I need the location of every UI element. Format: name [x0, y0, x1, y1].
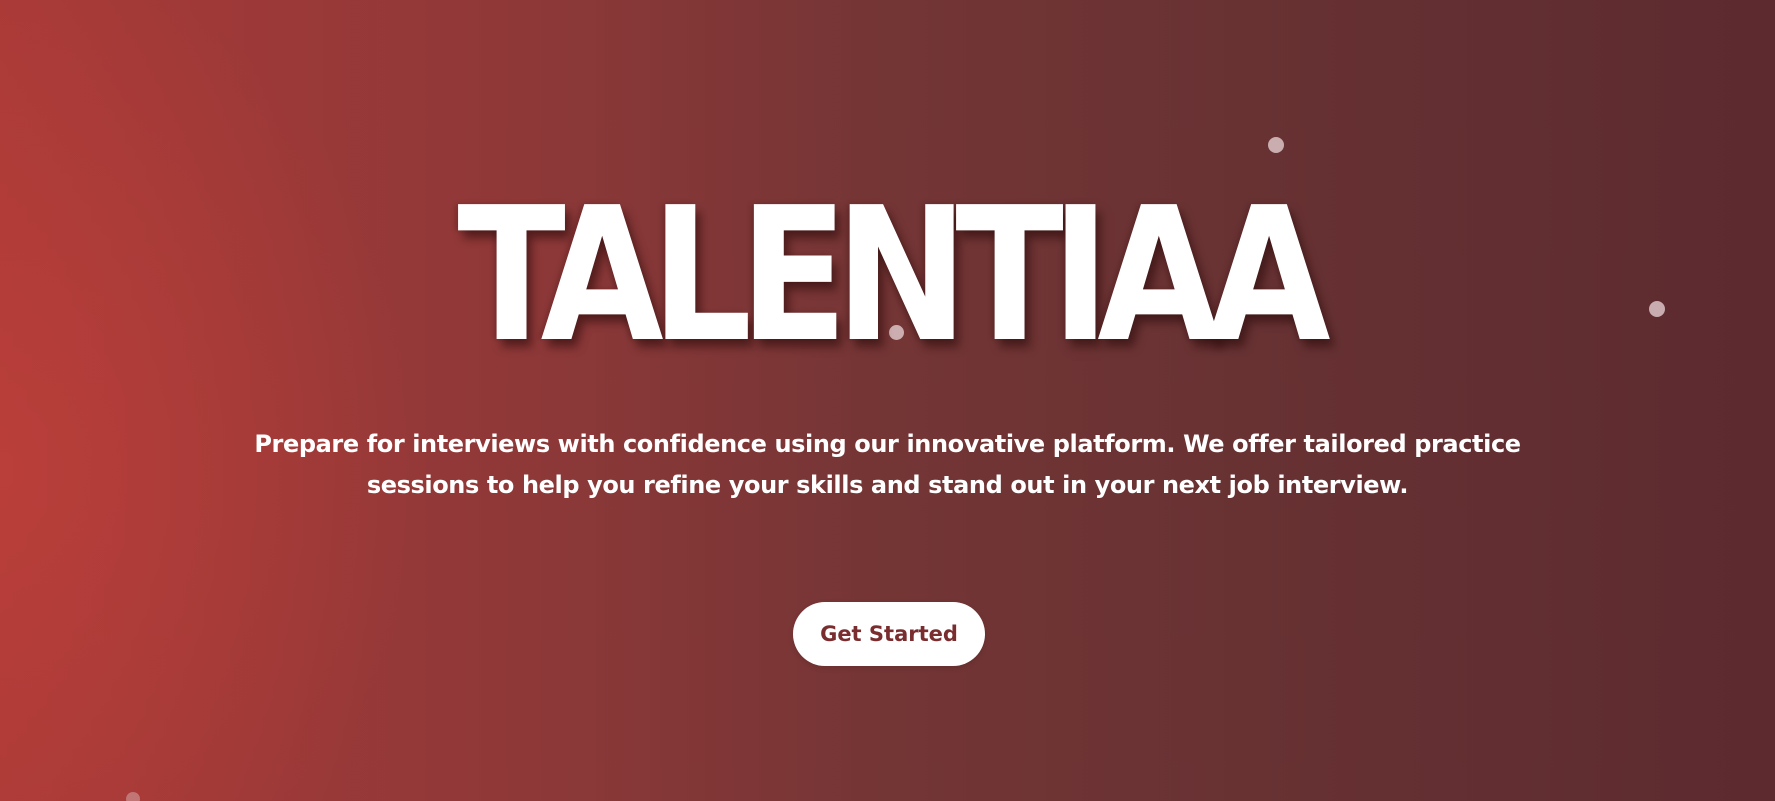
decorative-particle — [126, 792, 140, 801]
decorative-particle — [1268, 137, 1284, 153]
hero-tagline: Prepare for interviews with confidence u… — [254, 430, 1521, 499]
decorative-particle — [1649, 301, 1665, 317]
hero-title: TALENTIAA — [457, 167, 1330, 383]
hero-section: TALENTIAA Prepare for interviews with co… — [0, 0, 1775, 801]
get-started-button[interactable]: Get Started — [793, 602, 985, 666]
